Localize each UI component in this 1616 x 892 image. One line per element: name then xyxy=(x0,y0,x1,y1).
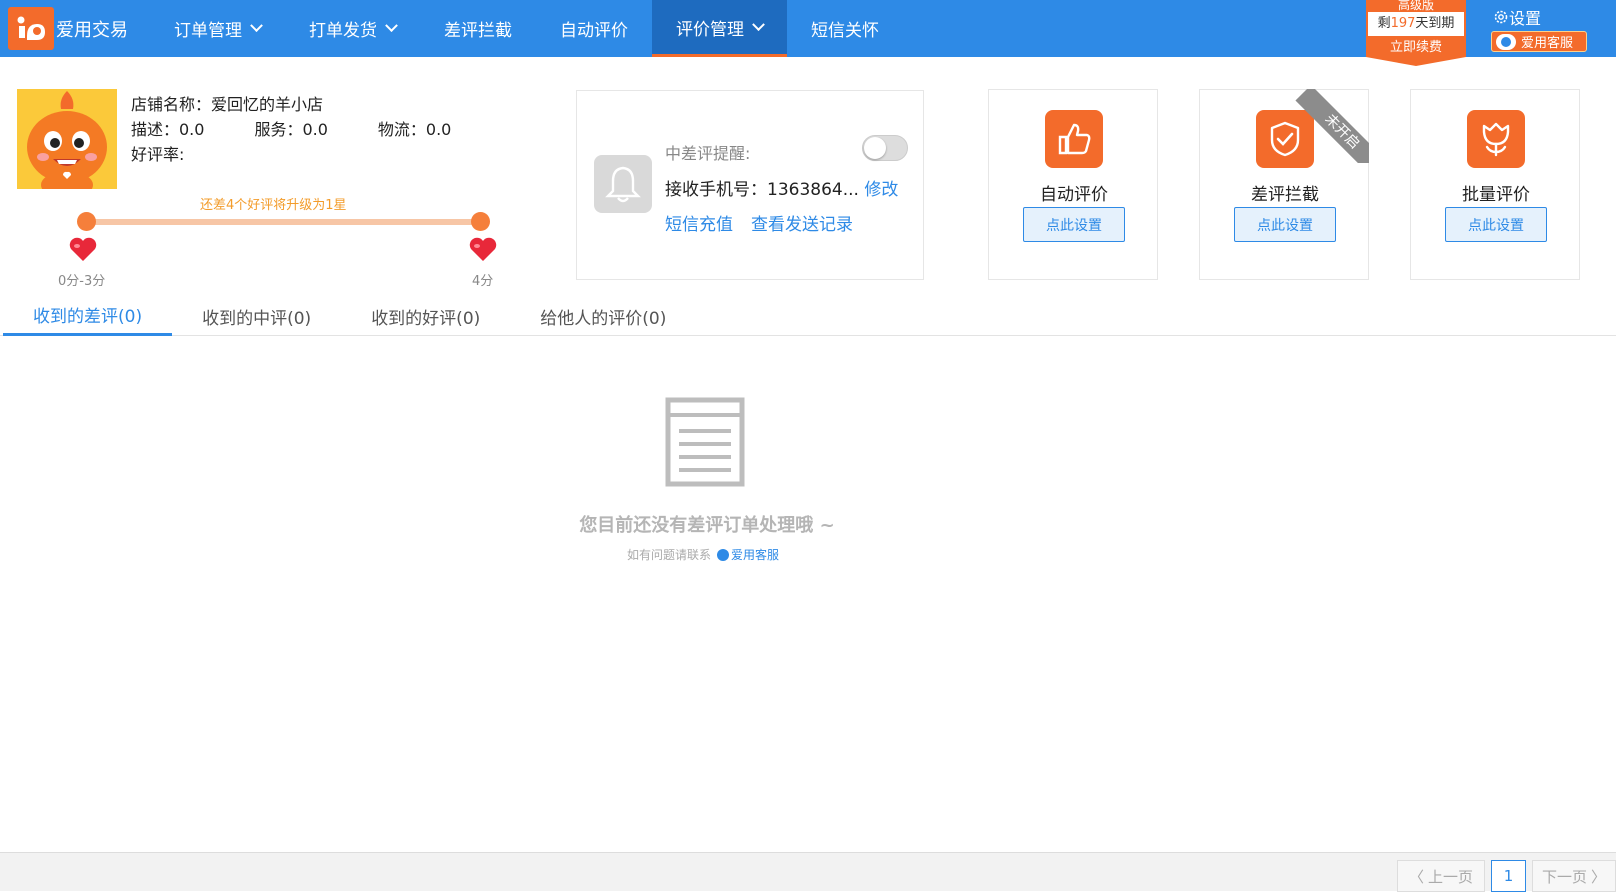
feature-label: 差评拦截 xyxy=(1251,185,1319,205)
feature-label: 批量评价 xyxy=(1462,185,1530,205)
renew-button[interactable]: 立即续费 xyxy=(1366,36,1466,66)
prev-page-button[interactable]: 〈上一页 xyxy=(1397,860,1485,892)
nav-label: 差评拦截 xyxy=(444,21,512,41)
rating-progress-bar xyxy=(86,219,480,225)
send-history-link[interactable]: 查看发送记录 xyxy=(751,210,853,235)
reminder-toggle[interactable] xyxy=(862,135,908,161)
progress-end-dot xyxy=(471,212,490,231)
heart-icon xyxy=(69,237,97,261)
thumbs-up-icon xyxy=(1045,110,1103,168)
nav-label: 自动评价 xyxy=(560,21,628,41)
bell-icon xyxy=(594,155,652,213)
page-number-button[interactable]: 1 xyxy=(1491,860,1526,892)
upgrade-tip: 还差4个好评将升级为1星 xyxy=(200,198,347,213)
empty-state-title: 您目前还没有差评订单处理哦 ~ xyxy=(579,515,835,536)
tab-good-reviews[interactable]: 收到的好评(0) xyxy=(341,296,510,336)
heart-icon xyxy=(469,237,497,261)
nav-label: 订单管理 xyxy=(174,21,242,41)
logo-icon xyxy=(8,7,54,50)
gear-icon xyxy=(1494,10,1508,24)
phone-row: 接收手机号：1363864... 修改 xyxy=(665,175,898,200)
app-logo[interactable]: 爱用交易 xyxy=(8,7,128,50)
ribbon-label: 未开启 xyxy=(1295,89,1369,163)
settings-link[interactable]: 设置 xyxy=(1493,5,1541,29)
next-label: 下一页 xyxy=(1541,867,1587,886)
version-tier: 高级版 xyxy=(1366,0,1466,12)
nav-label: 短信关怀 xyxy=(811,21,879,41)
service-icon xyxy=(717,548,730,561)
feature-card-bad-review-block: 差评拦截 点此设置 未开启 xyxy=(1199,89,1369,280)
score-description: 描述：0.0 xyxy=(131,120,205,139)
good-rate: 好评率: xyxy=(131,145,185,164)
feature-card-batch-review: 批量评价 点此设置 xyxy=(1410,89,1580,280)
tulip-icon xyxy=(1467,110,1525,168)
score-logistics: 物流：0.0 xyxy=(377,120,452,139)
version-remaining: 剩197天到期 xyxy=(1366,12,1466,36)
nav-order-management[interactable]: 订单管理 xyxy=(150,0,285,57)
chevron-down-icon xyxy=(752,17,765,31)
feature-label: 自动评价 xyxy=(1040,185,1108,205)
chevron-right-icon: 〉 xyxy=(1591,867,1607,886)
score-service: 服务：0.0 xyxy=(254,120,328,139)
next-page-button[interactable]: 下一页〉 xyxy=(1532,860,1616,892)
chevron-down-icon xyxy=(385,19,398,33)
service-label: 爱用客服 xyxy=(1521,36,1574,51)
phone-number: 1363864... xyxy=(767,180,859,200)
reminder-title: 中差评提醒: xyxy=(665,144,751,163)
contact-text: 如有问题请联系 xyxy=(627,548,712,562)
prev-label: 上一页 xyxy=(1428,867,1474,886)
top-navbar: 爱用交易 订单管理 打单发货 差评拦截 自动评价 评价管理 短信关怀 高级版 剩… xyxy=(0,0,1616,66)
bad-review-reminder-card: 中差评提醒: 接收手机号：1363864... 修改 短信充值 查看发送记录 xyxy=(576,90,924,280)
shop-avatar xyxy=(17,89,117,189)
chevron-left-icon: 〈 xyxy=(1408,867,1424,886)
tab-neutral-reviews[interactable]: 收到的中评(0) xyxy=(172,296,341,336)
nav-label: 评价管理 xyxy=(676,19,744,40)
feature-card-auto-review: 自动评价 点此设置 xyxy=(988,89,1158,280)
shop-name: 店铺名称：爱回忆的羊小店 xyxy=(131,95,324,114)
edit-phone-link[interactable]: 修改 xyxy=(864,180,898,200)
bad-review-block-setup-button[interactable]: 点此设置 xyxy=(1234,207,1336,242)
auto-review-setup-button[interactable]: 点此设置 xyxy=(1023,207,1125,242)
customer-service-button[interactable]: 爱用客服 xyxy=(1491,31,1587,52)
chevron-down-icon xyxy=(250,19,263,33)
main-nav: 订单管理 打单发货 差评拦截 自动评价 评价管理 短信关怀 xyxy=(150,0,903,57)
nav-sms-care[interactable]: 短信关怀 xyxy=(787,0,903,57)
sms-recharge-link[interactable]: 短信充值 xyxy=(665,210,733,235)
tab-given-reviews[interactable]: 给他人的评价(0) xyxy=(510,296,696,336)
settings-label: 设置 xyxy=(1509,9,1542,28)
batch-review-setup-button[interactable]: 点此设置 xyxy=(1445,207,1547,242)
version-badge[interactable]: 高级版 剩197天到期 立即续费 xyxy=(1366,0,1466,66)
pagination-bar: 〈上一页 1 下一页〉 xyxy=(0,852,1616,892)
remaining-days: 197 xyxy=(1390,16,1416,31)
empty-state-contact: 如有问题请联系 爱用客服 xyxy=(627,546,779,563)
status-ribbon: 未开启 xyxy=(1295,89,1369,163)
phone-label: 接收手机号： xyxy=(665,180,767,200)
reminder-links: 短信充值 查看发送记录 xyxy=(665,210,853,235)
nav-bad-review-block[interactable]: 差评拦截 xyxy=(420,0,536,57)
review-tabs: 收到的差评(0) 收到的中评(0) 收到的好评(0) 给他人的评价(0) xyxy=(0,296,1616,336)
nav-auto-review[interactable]: 自动评价 xyxy=(536,0,652,57)
service-icon xyxy=(1496,33,1516,50)
customer-service-link[interactable]: 爱用客服 xyxy=(717,546,779,563)
shop-scores: 描述：0.0 服务：0.0 物流：0.0 xyxy=(131,116,501,140)
nav-print-ship[interactable]: 打单发货 xyxy=(285,0,420,57)
service-label: 爱用客服 xyxy=(731,548,780,562)
tab-bad-reviews[interactable]: 收到的差评(0) xyxy=(3,296,173,336)
nav-label: 打单发货 xyxy=(309,21,377,41)
empty-document-icon xyxy=(665,397,745,487)
progress-start-dot xyxy=(77,212,96,231)
app-name: 爱用交易 xyxy=(56,19,128,41)
progress-start-label: 0分-3分 xyxy=(58,274,106,289)
nav-review-management[interactable]: 评价管理 xyxy=(652,0,787,57)
progress-end-label: 4分 xyxy=(472,274,494,289)
